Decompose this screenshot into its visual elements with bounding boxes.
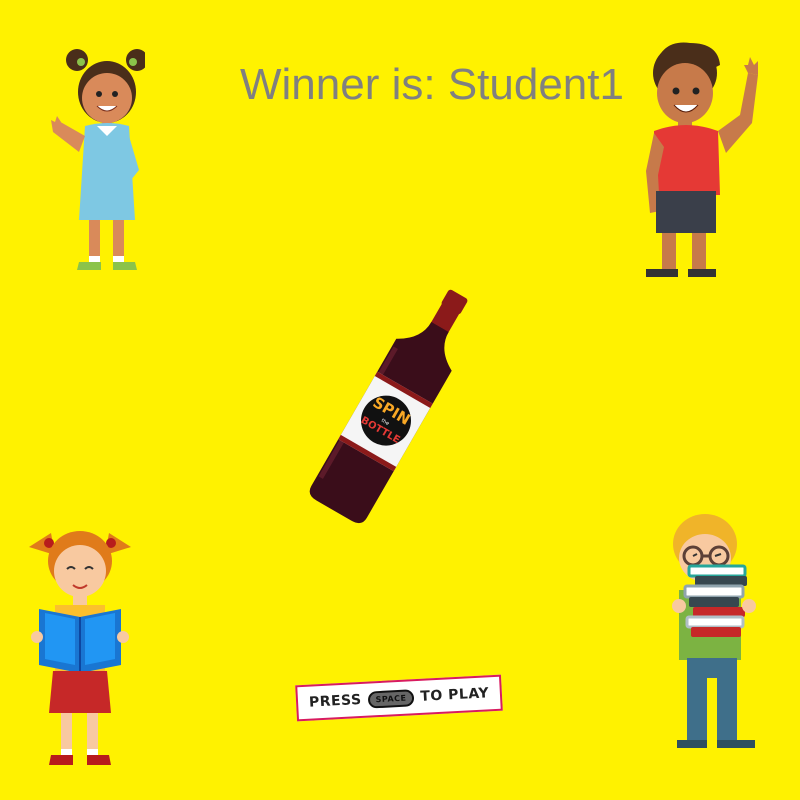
boy-books-icon[interactable] (665, 510, 765, 755)
waving-girl-icon[interactable] (45, 40, 145, 275)
reading-girl-icon[interactable] (25, 525, 135, 770)
waving-boy-icon[interactable] (640, 35, 760, 285)
game-stage[interactable]: Winner is: Student1 SPIN the BOTTLE PRES… (0, 0, 800, 800)
space-key-badge: SPACE (367, 688, 415, 709)
press-label: PRESS (308, 691, 363, 711)
to-play-label: TO PLAY (420, 685, 490, 705)
spin-bottle-icon[interactable]: SPIN the BOTTLE (300, 275, 490, 535)
press-space-banner[interactable]: PRESS SPACE TO PLAY (295, 674, 503, 722)
winner-label: Winner is: Student1 (240, 60, 624, 109)
